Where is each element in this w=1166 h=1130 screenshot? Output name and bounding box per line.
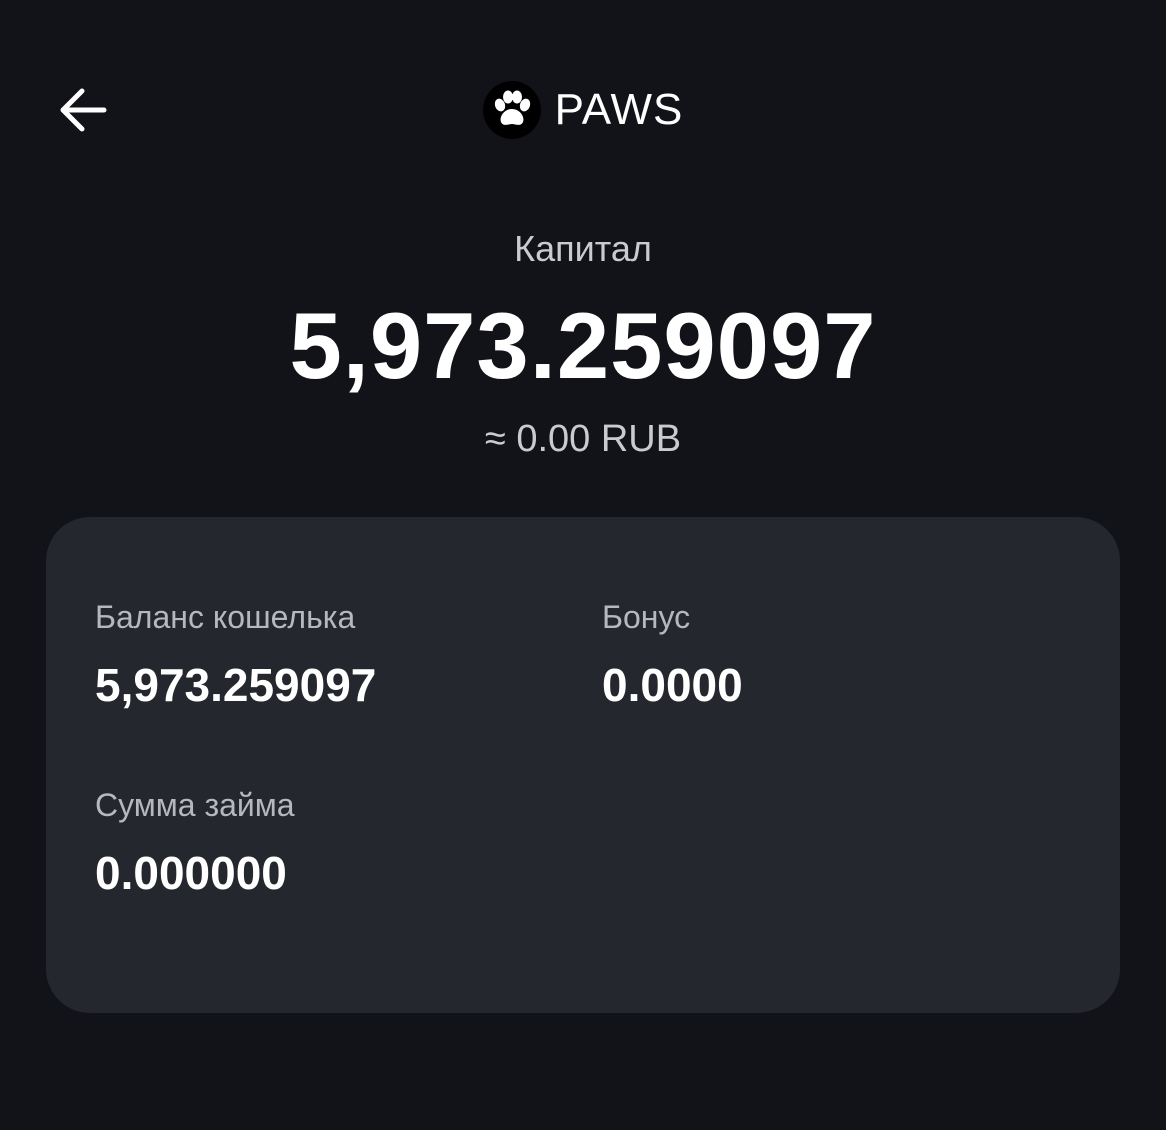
capital-value: 5,973.259097 <box>289 293 877 398</box>
wallet-balance-value: 5,973.259097 <box>95 659 377 711</box>
wallet-balance-label: Баланс кошелька <box>95 599 356 635</box>
bonus-value: 0.0000 <box>602 659 743 711</box>
token-details-screen: PAWS Капитал 5,973.259097 ≈ 0.00 RUB Бал… <box>0 0 1166 1130</box>
loan-amount-value: 0.000000 <box>95 847 287 899</box>
token-title: PAWS <box>0 60 1166 160</box>
loan-amount-stat: Сумма займа 0.000000 <box>95 787 295 900</box>
arrow-left-icon <box>60 88 107 132</box>
header: PAWS <box>0 60 1166 160</box>
token-name: PAWS <box>554 85 684 134</box>
paw-icon <box>494 90 530 125</box>
bonus-stat: Бонус 0.0000 <box>602 599 743 712</box>
capital-fiat-equivalent: ≈ 0.00 RUB <box>484 418 682 460</box>
wallet-balance-stat: Баланс кошелька 5,973.259097 <box>95 599 376 712</box>
back-button[interactable] <box>48 78 118 142</box>
token-logo <box>482 81 541 139</box>
balance-details-card: Баланс кошелька 5,973.259097 Бонус 0.000… <box>46 517 1120 1013</box>
loan-amount-label: Сумма займа <box>95 787 295 823</box>
bonus-label: Бонус <box>602 599 691 635</box>
capital-label: Капитал <box>514 228 652 269</box>
